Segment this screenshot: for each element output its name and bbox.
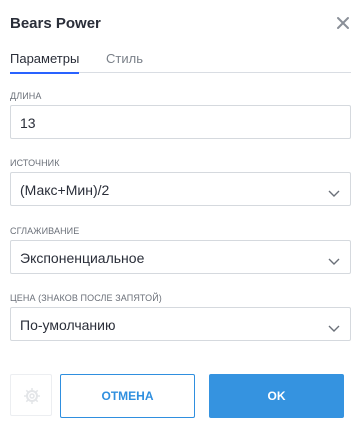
tab-parameters[interactable]: Параметры — [10, 51, 80, 74]
tab-style[interactable]: Стиль — [106, 51, 143, 66]
chevron-down-icon — [328, 185, 340, 197]
source-label: ИСТОЧНИК — [10, 158, 60, 168]
source-select[interactable]: (Макс+Мин)/2 — [10, 172, 351, 206]
smoothing-select[interactable]: Экспоненциальное — [10, 240, 351, 274]
source-value: (Макс+Мин)/2 — [20, 182, 110, 198]
length-label: ДЛИНА — [10, 91, 42, 101]
smoothing-label: СГЛАЖИВАНИЕ — [10, 226, 80, 236]
ok-button[interactable]: OK — [209, 374, 344, 418]
tab-bar: Параметры Стиль — [10, 46, 351, 74]
close-icon[interactable] — [336, 16, 350, 30]
dialog-header: Bears Power — [10, 15, 351, 35]
cancel-button[interactable]: ОТМЕНА — [60, 374, 195, 418]
gear-icon — [24, 388, 40, 404]
price-label: ЦЕНА (ЗНАКОВ ПОСЛЕ ЗАПЯТОЙ) — [10, 293, 162, 303]
price-value: По-умолчанию — [20, 317, 116, 333]
price-select[interactable]: По-умолчанию — [10, 307, 351, 341]
length-value: 13 — [20, 115, 36, 131]
defaults-button[interactable] — [10, 374, 52, 416]
chevron-down-icon — [328, 253, 340, 265]
length-input[interactable]: 13 — [10, 105, 351, 139]
smoothing-value: Экспоненциальное — [20, 250, 145, 266]
dialog-title: Bears Power — [10, 15, 101, 32]
chevron-down-icon — [328, 320, 340, 332]
